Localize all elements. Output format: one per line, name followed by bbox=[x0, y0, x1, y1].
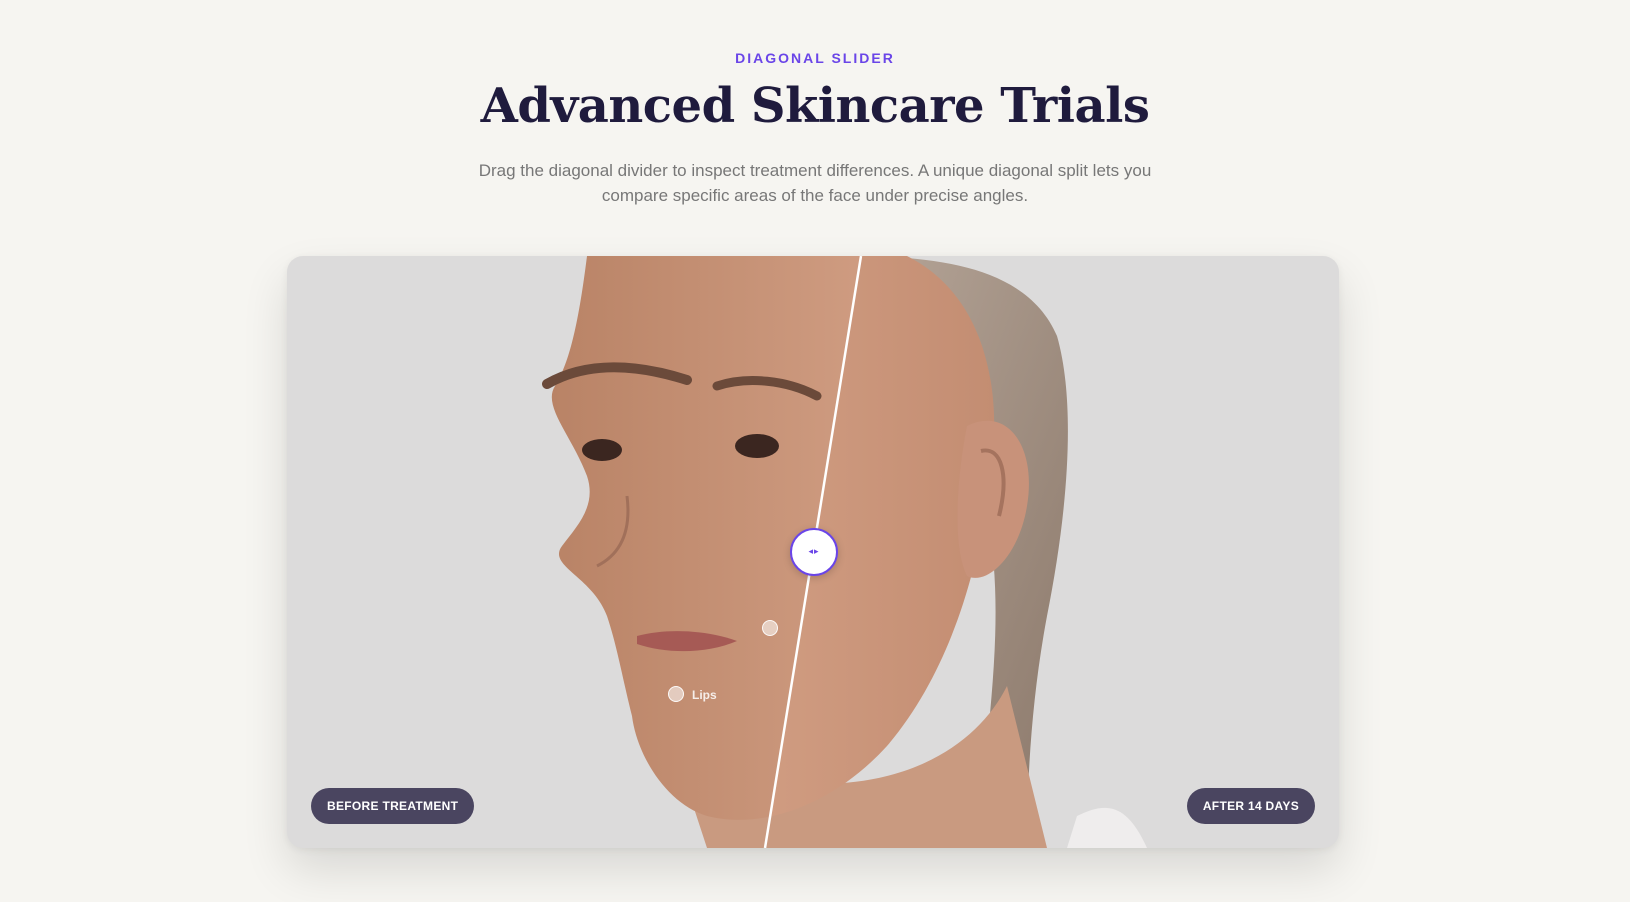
before-treatment-badge: BEFORE TREATMENT bbox=[311, 788, 475, 824]
hotspot-cheek[interactable] bbox=[762, 620, 778, 636]
hotspot-lips[interactable] bbox=[668, 686, 684, 702]
after-14-days-badge: AFTER 14 DAYS bbox=[1186, 788, 1315, 824]
page-title: Advanced Skincare Trials bbox=[480, 78, 1150, 134]
diagonal-comparison-slider[interactable]: Lips ◂▸ BEFORE TREATMENT AFTER 14 DAYS bbox=[287, 256, 1339, 848]
page-subtitle: Drag the diagonal divider to inspect tre… bbox=[478, 161, 1152, 205]
section-eyebrow: DIAGONAL SLIDER bbox=[735, 50, 895, 66]
page: DIAGONAL SLIDER Advanced Skincare Trials… bbox=[0, 0, 1630, 902]
hotspot-lips-label: Lips bbox=[692, 688, 717, 702]
horizontal-arrows-icon: ◂▸ bbox=[808, 547, 820, 557]
divider-handle[interactable]: ◂▸ bbox=[790, 528, 838, 576]
